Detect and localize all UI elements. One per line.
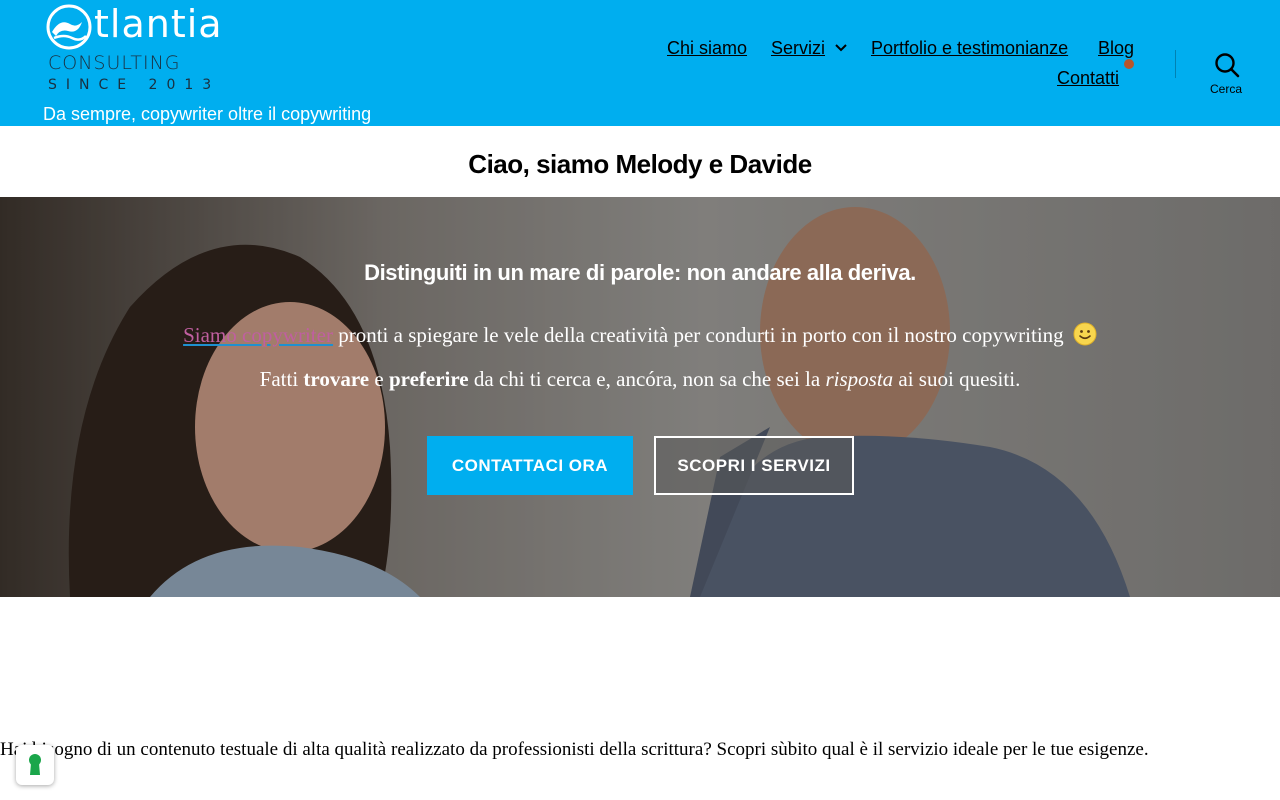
nav-item-blog[interactable]: Blog xyxy=(1098,37,1134,59)
nav-item-chi-siamo[interactable]: Chi siamo xyxy=(667,37,747,59)
hero-p1-text: pronti a spiegare le vele della creativi… xyxy=(332,323,1064,347)
hero-paragraph-2: Fatti trovare e preferire da chi ti cerc… xyxy=(0,365,1280,393)
logo-since: SINCE 2013 xyxy=(48,77,221,93)
smile-emoji-icon xyxy=(1073,322,1097,346)
intro-text: Hai bisogno di un contenuto testuale di … xyxy=(0,739,1149,760)
notification-dot xyxy=(1124,59,1134,69)
hero-p2-italic-risposta: risposta xyxy=(825,367,894,391)
logo-consulting: CONSULTING xyxy=(48,52,181,74)
wave-logo-icon xyxy=(46,4,92,50)
contact-button[interactable]: CONTATTACI ORA xyxy=(427,436,633,495)
hero-p2-text-1: Fatti xyxy=(259,367,304,391)
nav-divider xyxy=(1175,50,1176,78)
nav-item-contatti[interactable]: Contatti xyxy=(1057,67,1119,89)
hero-p2-text-3: da chi ti cerca e, ancóra, non sa che se… xyxy=(468,367,826,391)
services-button[interactable]: SCOPRI I SERVIZI xyxy=(654,436,854,495)
siamo-copywriter-link[interactable]: Siamo copywriter xyxy=(183,323,333,347)
hero-p2-text-4: ai suoi quesiti. xyxy=(893,367,1021,391)
hero-overlay xyxy=(0,197,1280,597)
hero-section: Distinguiti in un mare di parole: non an… xyxy=(0,197,1280,597)
site-header: tlantia CONSULTING SINCE 2013 Da sempre,… xyxy=(0,0,1280,126)
logo-wordmark: tlantia xyxy=(94,2,223,46)
site-tagline: Da sempre, copywriter oltre il copywriti… xyxy=(43,104,372,124)
security-badge[interactable] xyxy=(16,745,54,785)
hero-paragraph-1: Siamo copywriter pronti a spiegare le ve… xyxy=(0,321,1280,349)
site-logo[interactable]: tlantia CONSULTING SINCE 2013 xyxy=(46,2,242,94)
hero-p2-bold-trovare: trovare xyxy=(303,367,370,391)
hero-p2-text-2: e xyxy=(369,367,389,391)
page-title: Ciao, siamo Melody e Davide xyxy=(468,149,812,179)
chevron-down-icon[interactable] xyxy=(834,43,848,53)
nav-item-portfolio[interactable]: Portfolio e testimonianze xyxy=(871,37,1068,59)
keyhole-icon xyxy=(29,754,41,775)
hero-heading: Distinguiti in un mare di parole: non an… xyxy=(364,260,916,285)
search-icon xyxy=(1215,53,1240,78)
nav-item-servizi[interactable]: Servizi xyxy=(771,37,825,59)
search-label: Cerca xyxy=(1209,82,1242,96)
hero-p2-bold-preferire: preferire xyxy=(388,367,469,391)
search-button[interactable]: Cerca xyxy=(1204,52,1248,96)
